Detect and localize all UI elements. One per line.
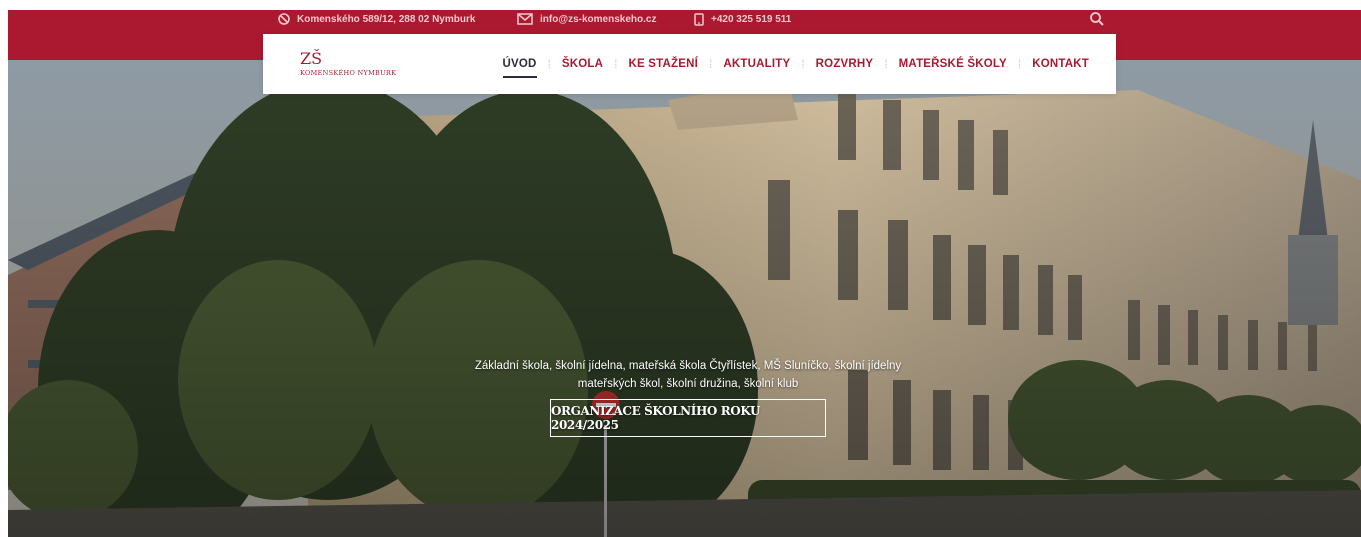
phone-text[interactable]: +420 325 519 511 <box>711 14 791 25</box>
no-entry-circle-icon <box>278 13 290 25</box>
phone-icon <box>694 12 704 26</box>
school-year-organization-button[interactable]: ORGANIZACE ŠKOLNÍHO ROKU 2024/2025 <box>550 399 826 437</box>
site-logo[interactable]: ZŠ KOMENSKÉHO NYMBURK <box>300 49 397 78</box>
contact-phone[interactable]: +420 325 519 511 <box>694 10 791 28</box>
page: Komenského 589/12, 288 02 Nymburk info@z… <box>8 10 1361 537</box>
hero-image <box>8 60 1361 537</box>
menu-separator: ⁞ <box>614 57 618 71</box>
hero-caption: Základní škola, školní jídelna, mateřská… <box>438 357 938 393</box>
logo-subtitle: KOMENSKÉHO NYMBURK <box>300 69 397 77</box>
menu-item-skola[interactable]: ŠKOLA <box>562 58 603 70</box>
logo-title: ZŠ <box>300 49 323 68</box>
menu-separator: ⁞ <box>884 57 888 71</box>
search-icon[interactable] <box>1089 11 1105 27</box>
hero-caption-line1: Základní škola, školní jídelna, mateřská… <box>474 360 902 372</box>
envelope-icon <box>517 13 533 25</box>
menu-separator: ⁞ <box>801 57 805 71</box>
menu: ÚVOD ⁞ ŠKOLA ⁞ KE STAŽENÍ ⁞ AKTUALITY ⁞ … <box>502 34 1089 94</box>
menu-separator: ⁞ <box>1017 57 1022 71</box>
contact-address: Komenského 589/12, 288 02 Nymburk <box>278 10 475 28</box>
menu-item-kontakt[interactable]: KONTAKT <box>1032 58 1089 70</box>
contact-email[interactable]: info@zs-komenskeho.cz <box>517 10 656 28</box>
menu-item-uvod[interactable]: ÚVOD <box>502 58 537 78</box>
school-building-photo <box>8 60 1361 537</box>
main-navigation: ZŠ KOMENSKÉHO NYMBURK ÚVOD ⁞ ŠKOLA ⁞ KE … <box>263 34 1116 94</box>
menu-item-aktuality[interactable]: AKTUALITY <box>723 58 790 70</box>
menu-separator: ⁞ <box>709 57 713 71</box>
menu-item-materske-skoly[interactable]: MATEŘSKÉ ŠKOLY <box>899 58 1007 70</box>
menu-separator: ⁞ <box>547 57 551 71</box>
address-text: Komenského 589/12, 288 02 Nymburk <box>297 13 476 25</box>
menu-item-ke-stazeni[interactable]: KE STAŽENÍ <box>629 58 699 70</box>
menu-item-rozvrhy[interactable]: ROZVRHY <box>816 58 874 70</box>
hero-caption-line2: mateřských škol, školní družina, školní … <box>577 378 799 390</box>
email-text[interactable]: info@zs-komenskeho.cz <box>540 14 656 25</box>
